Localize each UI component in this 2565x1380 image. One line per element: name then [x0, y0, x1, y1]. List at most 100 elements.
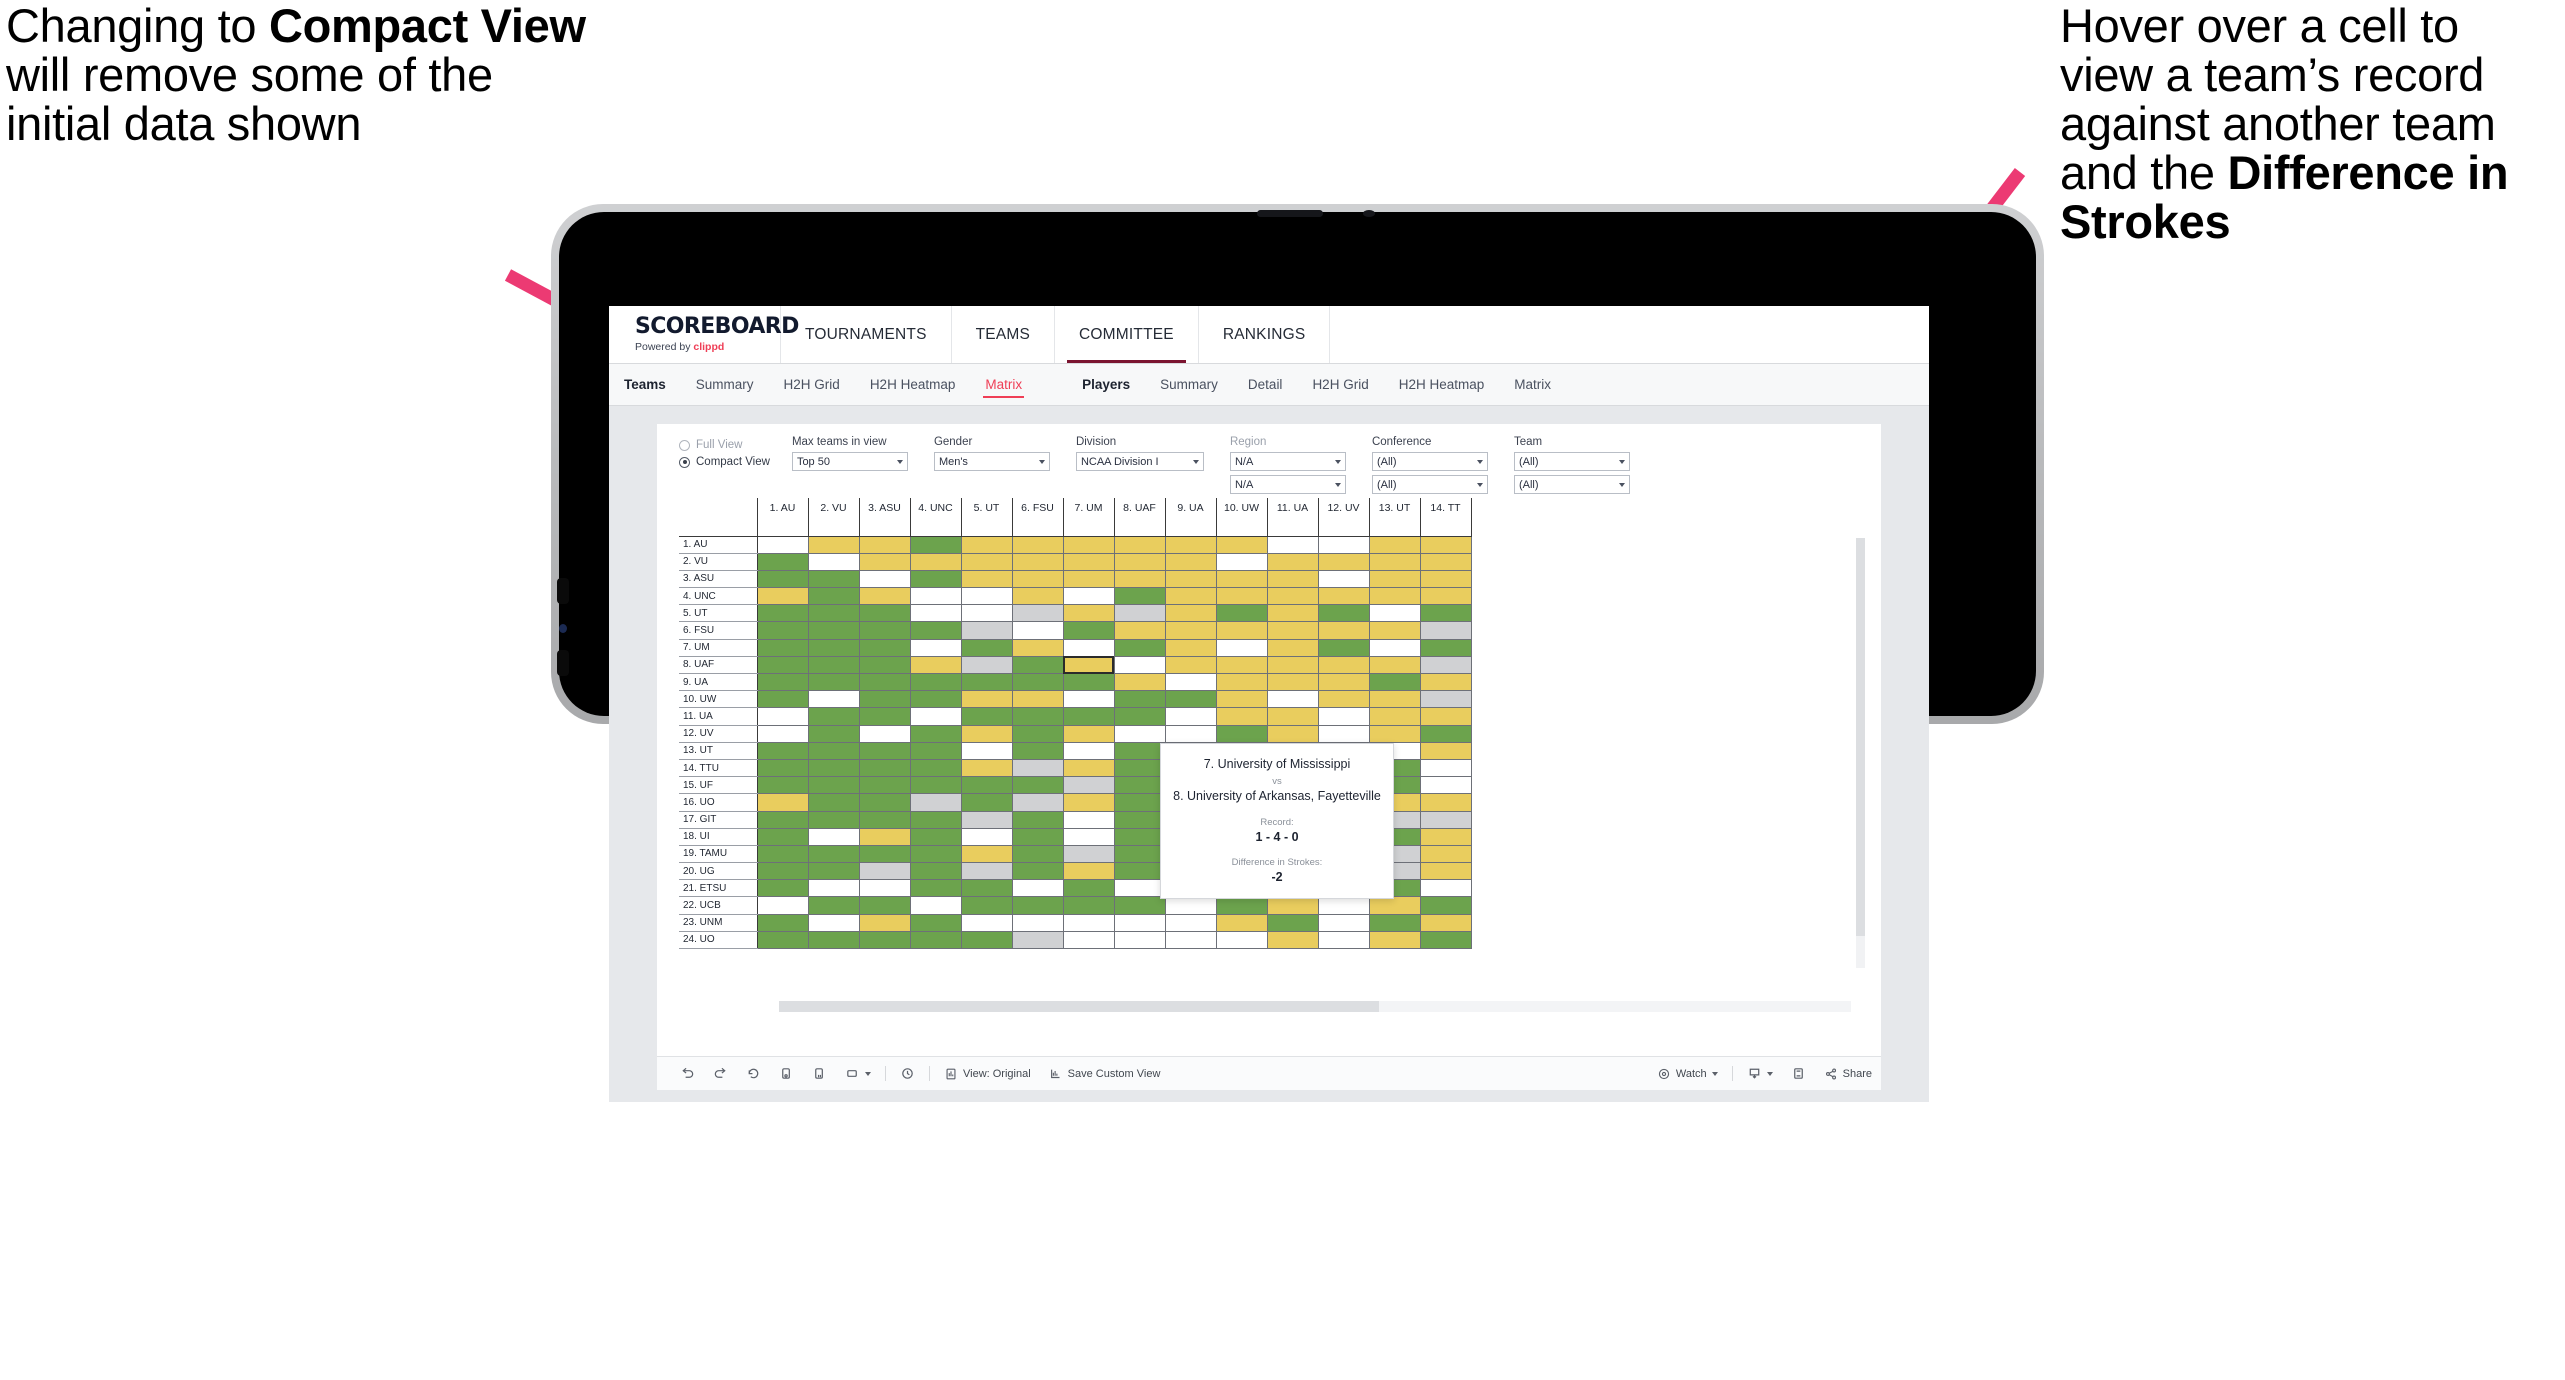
- matrix-cell[interactable]: [1114, 536, 1166, 554]
- matrix-cell[interactable]: [757, 707, 809, 726]
- matrix-cell[interactable]: [1114, 673, 1166, 692]
- save-custom-view-button[interactable]: Save Custom View: [1040, 1067, 1170, 1081]
- matrix-cell[interactable]: [859, 931, 911, 950]
- matrix-cell[interactable]: [1063, 639, 1115, 657]
- matrix-column-header[interactable]: 13. UT: [1369, 498, 1421, 537]
- matrix-cell[interactable]: [961, 587, 1013, 606]
- matrix-cell[interactable]: [910, 862, 962, 881]
- matrix-cell[interactable]: [1216, 570, 1268, 589]
- matrix-cell[interactable]: [859, 604, 911, 623]
- nav-teams[interactable]: TEAMS: [952, 306, 1056, 363]
- matrix-cell[interactable]: [1318, 656, 1370, 675]
- matrix-cell[interactable]: [1318, 604, 1370, 623]
- matrix-cell[interactable]: [1012, 742, 1064, 760]
- matrix-cell[interactable]: [1267, 553, 1319, 571]
- matrix-cell[interactable]: [1114, 570, 1166, 589]
- matrix-cell[interactable]: [757, 570, 809, 589]
- matrix-cell[interactable]: [1420, 931, 1472, 950]
- matrix-cell[interactable]: [757, 639, 809, 657]
- matrix-cell[interactable]: [1165, 725, 1217, 743]
- matrix-cell[interactable]: [910, 553, 962, 571]
- matrix-cell[interactable]: [1318, 725, 1370, 743]
- matrix-cell[interactable]: [1063, 673, 1115, 692]
- matrix-cell[interactable]: [1114, 707, 1166, 726]
- matrix-cell[interactable]: [1318, 587, 1370, 606]
- matrix-cell[interactable]: [757, 845, 809, 864]
- matrix-cell[interactable]: [808, 759, 860, 778]
- matrix-cell[interactable]: [808, 896, 860, 915]
- matrix-cell[interactable]: [1114, 914, 1166, 932]
- matrix-cell[interactable]: [859, 742, 911, 760]
- matrix-cell[interactable]: [1420, 570, 1472, 589]
- matrix-cell[interactable]: [1063, 931, 1115, 950]
- matrix-cell[interactable]: [1114, 587, 1166, 606]
- filter-region-select-2[interactable]: N/A: [1229, 475, 1346, 494]
- matrix-cell[interactable]: [1420, 896, 1472, 915]
- matrix-cell[interactable]: [1165, 570, 1217, 589]
- matrix-cell[interactable]: [1267, 639, 1319, 657]
- matrix-cell[interactable]: [1165, 707, 1217, 726]
- matrix-cell[interactable]: [757, 811, 809, 829]
- matrix-row-header[interactable]: 6. FSU: [679, 621, 758, 640]
- matrix-cell[interactable]: [1420, 742, 1472, 760]
- matrix-cell[interactable]: [1063, 742, 1115, 760]
- subnav-players-h2h-grid[interactable]: H2H Grid: [1297, 364, 1383, 405]
- matrix-cell[interactable]: [961, 725, 1013, 743]
- matrix-cell[interactable]: [1369, 621, 1421, 640]
- filter-max-teams-select[interactable]: Top 50: [791, 452, 908, 471]
- subnav-teams-matrix[interactable]: Matrix: [970, 364, 1037, 405]
- matrix-column-header[interactable]: 10. UW: [1216, 498, 1268, 537]
- matrix-cell[interactable]: [859, 879, 911, 898]
- matrix-cell[interactable]: [910, 621, 962, 640]
- filter-conference-select-1[interactable]: (All): [1371, 452, 1488, 471]
- matrix-cell[interactable]: [1114, 845, 1166, 864]
- matrix-cell[interactable]: [1267, 896, 1319, 915]
- matrix-column-header[interactable]: 6. FSU: [1012, 498, 1064, 537]
- matrix-row-header[interactable]: 15. UF: [679, 776, 758, 795]
- matrix-cell[interactable]: [1063, 553, 1115, 571]
- matrix-cell[interactable]: [961, 811, 1013, 829]
- matrix-cell[interactable]: [1216, 725, 1268, 743]
- matrix-cell[interactable]: [1114, 621, 1166, 640]
- matrix-cell[interactable]: [961, 536, 1013, 554]
- matrix-column-header[interactable]: 14. TT: [1420, 498, 1472, 537]
- matrix-cell[interactable]: [1063, 759, 1115, 778]
- refresh-button[interactable]: [770, 1066, 803, 1081]
- matrix-row-header[interactable]: 8. UAF: [679, 656, 758, 675]
- matrix-row-header[interactable]: 7. UM: [679, 639, 758, 657]
- matrix-cell[interactable]: [859, 553, 911, 571]
- matrix-cell[interactable]: [1420, 604, 1472, 623]
- matrix-cell[interactable]: [1318, 896, 1370, 915]
- matrix-row-header[interactable]: 2. VU: [679, 553, 758, 571]
- matrix-cell[interactable]: [757, 725, 809, 743]
- matrix-cell[interactable]: [1063, 914, 1115, 932]
- matrix-cell[interactable]: [1267, 570, 1319, 589]
- matrix-cell[interactable]: [1063, 690, 1115, 709]
- matrix-cell[interactable]: [1012, 621, 1064, 640]
- watch-button[interactable]: Watch: [1648, 1067, 1727, 1081]
- subnav-players-h2h-heatmap[interactable]: H2H Heatmap: [1384, 364, 1500, 405]
- matrix-cell[interactable]: [1012, 914, 1064, 932]
- matrix-cell[interactable]: [808, 725, 860, 743]
- matrix-horizontal-scroll-thumb[interactable]: [779, 1001, 1380, 1012]
- matrix-cell[interactable]: [910, 931, 962, 950]
- matrix-cell[interactable]: [961, 931, 1013, 950]
- matrix-vertical-scrollbar[interactable]: [1856, 538, 1865, 968]
- matrix-cell[interactable]: [1114, 776, 1166, 795]
- matrix-cell[interactable]: [859, 896, 911, 915]
- subnav-teams-summary[interactable]: Summary: [681, 364, 769, 405]
- matrix-cell[interactable]: [910, 673, 962, 692]
- matrix-cell[interactable]: [1267, 604, 1319, 623]
- matrix-column-header[interactable]: 7. UM: [1063, 498, 1115, 537]
- matrix-column-header[interactable]: 3. ASU: [859, 498, 911, 537]
- matrix-cell[interactable]: [1063, 536, 1115, 554]
- matrix-cell[interactable]: [757, 828, 809, 846]
- matrix-cell[interactable]: [1114, 759, 1166, 778]
- filter-team-select-1[interactable]: (All): [1513, 452, 1630, 471]
- matrix-cell[interactable]: [1063, 776, 1115, 795]
- matrix-cell[interactable]: [1216, 914, 1268, 932]
- matrix-cell[interactable]: [859, 811, 911, 829]
- matrix-cell[interactable]: [1114, 793, 1166, 812]
- matrix-cell[interactable]: [1114, 604, 1166, 623]
- matrix-cell[interactable]: [1420, 914, 1472, 932]
